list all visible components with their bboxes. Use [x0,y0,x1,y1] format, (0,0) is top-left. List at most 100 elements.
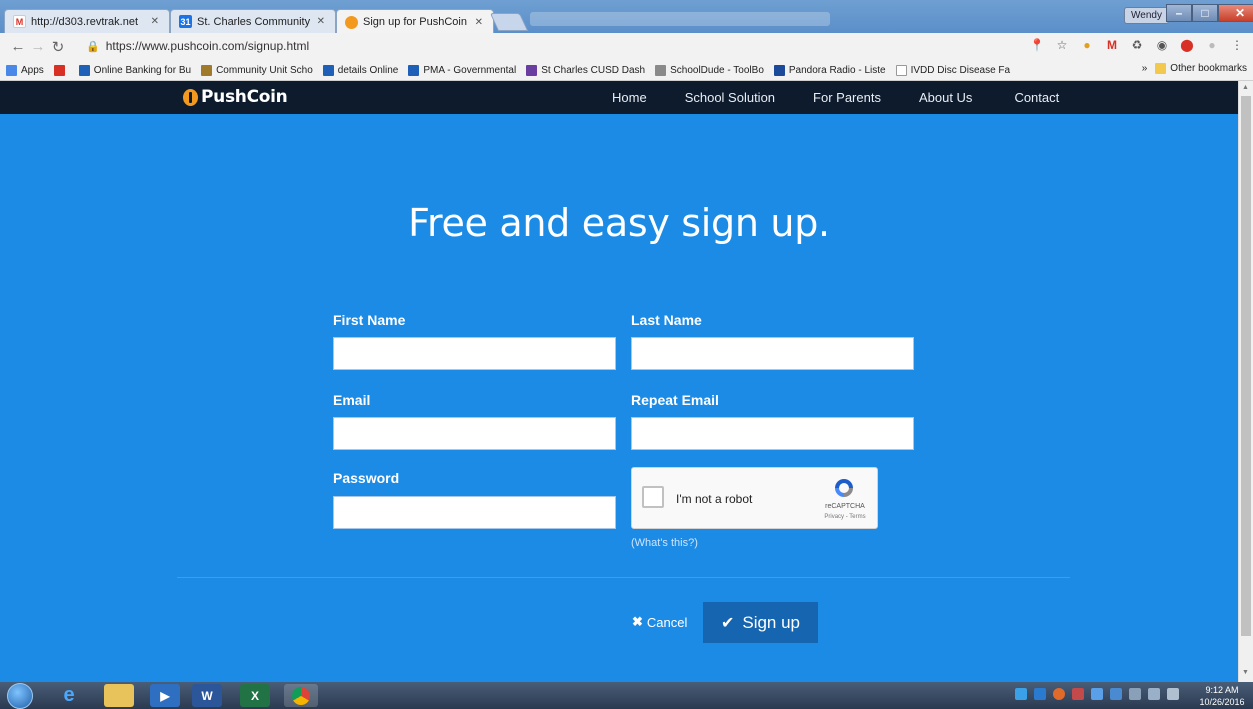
maximize-button[interactable]: □ [1192,4,1218,22]
pushcoin-icon [345,15,358,29]
bookmark-ivdd[interactable]: IVDD Disc Disease Fa [895,64,1010,76]
nav-contact[interactable]: Contact [1014,90,1059,105]
extension-gray-icon[interactable]: ● [1204,37,1220,53]
file-explorer-icon[interactable] [104,684,134,707]
browser-tab-revtrak[interactable]: M http://d303.revtrak.net ✕ [4,9,170,33]
coin-icon [183,88,198,106]
bookmark-schooldude[interactable]: SchoolDude - ToolBo [655,64,764,76]
nav-home[interactable]: Home [612,90,647,105]
close-icon[interactable]: ✕ [475,17,483,28]
window-user-badge[interactable]: Wendy [1124,7,1169,24]
nav-for-parents[interactable]: For Parents [813,90,881,105]
email-input[interactable] [333,417,616,450]
system-clock[interactable]: 9:12 AM 10/26/2016 [1196,684,1248,708]
word-icon[interactable]: W [192,684,222,707]
extension-icons: 📍 ☆ ● M ♻ ◉ ⬤ ● ⋮ [1029,37,1245,53]
internet-explorer-icon[interactable]: e [54,684,84,707]
pushcoin-logo[interactable]: PushCoin [183,87,288,107]
media-player-icon[interactable]: ▶ [150,684,180,707]
bookmark-cusd-dash[interactable]: St Charles CUSD Dash [526,64,645,76]
forward-icon[interactable]: → [28,38,48,55]
tab-title: http://d303.revtrak.net [31,15,139,28]
tray-chrome-icon[interactable] [1053,688,1065,700]
browser-toolbar: ← → ↻ 🔒 https://www.pushcoin.com/signup.… [0,33,1253,60]
adblock-icon[interactable]: ⬤ [1179,37,1195,53]
last-name-label: Last Name [631,312,702,328]
tray-app-icon[interactable] [1034,688,1046,700]
password-input[interactable] [333,496,616,529]
tray-app-icon[interactable] [1015,688,1027,700]
network-icon[interactable] [1129,688,1141,700]
recycle-icon[interactable]: ♻ [1129,37,1145,53]
scroll-down-icon[interactable]: ▼ [1242,669,1249,676]
close-icon[interactable]: ✕ [151,16,159,27]
extension-circle-icon[interactable]: ◉ [1154,37,1170,53]
school-icon [201,64,213,76]
bookmark-online-banking[interactable]: Online Banking for Bu [78,64,191,76]
logo-text: PushCoin [201,87,288,107]
menu-icon[interactable]: ⋮ [1229,37,1245,53]
repeat-email-label: Repeat Email [631,392,719,408]
apps-grid-icon [6,64,17,76]
sign-up-button[interactable]: ✔ Sign up [703,602,818,643]
excel-icon[interactable]: X [240,684,270,707]
last-name-input[interactable] [631,337,914,370]
bookmark-pandora[interactable]: Pandora Radio - Liste [773,64,886,76]
bookmark-pma[interactable]: PMA - Governmental [408,64,516,76]
tray-app-icon[interactable] [1072,688,1084,700]
windows-taskbar: e ▶ W X 9:12 AM 10/26/2016 [0,682,1253,709]
recaptcha-terms-link[interactable]: Privacy - Terms [820,514,870,520]
recaptcha-checkbox[interactable] [642,486,664,508]
scroll-thumb[interactable] [1241,96,1251,636]
chrome-logo [292,686,310,705]
bookmark-apps[interactable]: Apps [6,64,44,76]
back-icon[interactable]: ← [8,38,28,55]
minimize-button[interactable]: – [1166,4,1192,22]
dropbox-icon[interactable] [1091,688,1103,700]
new-tab-button[interactable] [489,13,529,31]
password-label: Password [333,470,400,486]
start-button[interactable] [7,683,33,709]
close-icon[interactable]: ✕ [317,16,325,27]
site-nav-links: Home School Solution For Parents About U… [612,81,1059,114]
bookmark-gmail[interactable] [53,64,69,76]
shield-icon[interactable] [1110,688,1122,700]
other-bookmarks-button[interactable]: Other bookmarks [1155,63,1247,74]
bookmark-community-unit[interactable]: Community Unit Scho [201,64,313,76]
nav-school-solution[interactable]: School Solution [685,90,775,105]
gmail-icon: M [13,15,26,28]
calendar-icon: 31 [179,15,192,28]
whats-this-link[interactable]: (What's this?) [631,537,698,549]
close-icon: ✖ [632,614,643,629]
nav-about-us[interactable]: About Us [919,90,972,105]
pin-icon[interactable]: 📍 [1029,37,1045,53]
bookmarks-overflow-button[interactable]: » [1142,63,1148,74]
lock-icon: 🔒 [86,40,100,53]
cancel-button[interactable]: ✖ Cancel [632,614,687,630]
flag-icon[interactable] [1148,688,1160,700]
chrome-icon[interactable] [284,684,318,707]
tab-title: Sign up for PushCoin [363,16,467,28]
first-name-label: First Name [333,312,406,328]
gmail-icon[interactable]: M [1104,37,1120,53]
browser-tab-st-charles[interactable]: 31 St. Charles Community U ✕ [170,9,336,33]
star-icon[interactable]: ☆ [1054,37,1070,53]
browser-tab-pushcoin[interactable]: Sign up for PushCoin ✕ [336,9,494,34]
address-bar[interactable]: 🔒 https://www.pushcoin.com/signup.html [86,36,1026,56]
close-window-button[interactable]: ✕ [1218,4,1253,22]
page-scrollbar[interactable]: ▲ ▼ [1238,81,1253,682]
gmail-icon [53,64,65,76]
first-name-input[interactable] [333,337,616,370]
scroll-up-icon[interactable]: ▲ [1242,84,1249,91]
volume-icon[interactable] [1167,688,1179,700]
window-controls: – □ ✕ [1166,4,1253,22]
bookmark-details-online[interactable]: details Online [322,64,398,76]
cancel-label: Cancel [646,614,688,630]
checkmark-icon: ✔ [720,614,735,632]
repeat-email-input[interactable] [631,417,914,450]
reload-icon[interactable]: ↻ [48,38,68,56]
clock-date: 10/26/2016 [1199,697,1245,707]
recaptcha-label: I'm not a robot [676,492,753,506]
page-title: Free and easy sign up. [408,201,830,245]
extension-icon[interactable]: ● [1079,37,1095,53]
